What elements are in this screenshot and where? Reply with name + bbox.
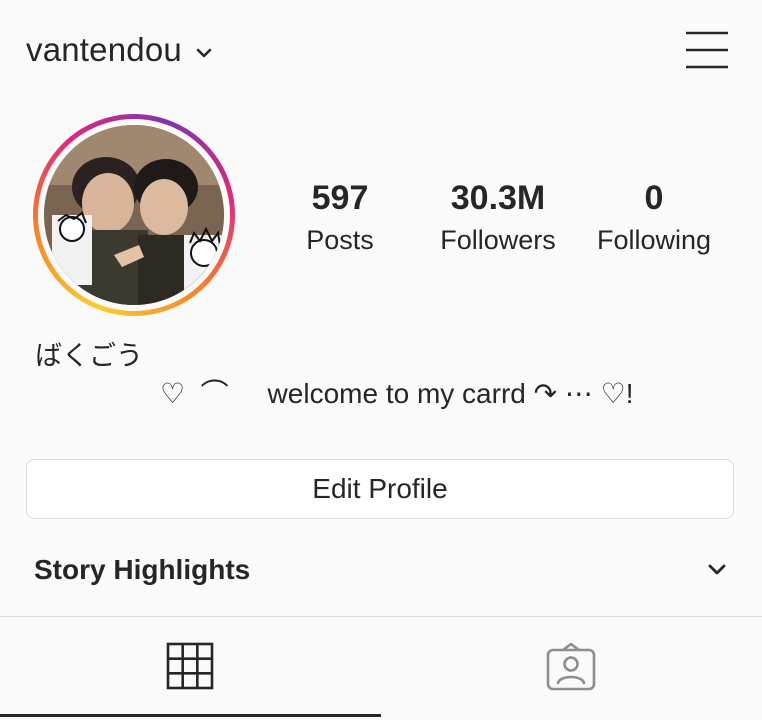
tagged-person-icon [546,642,596,691]
chevron-down-icon [196,45,212,58]
story-highlights-toggle[interactable]: Story Highlights [34,550,730,590]
story-highlights-title: Story Highlights [34,554,251,585]
following-value: 0 [644,179,664,217]
bio-text: ♡ ⌒ welcome to my carrd ↷ ⋯ ♡! [160,378,634,409]
following-label: Following [596,225,712,255]
followers-label: Followers [440,225,556,255]
profile-header: vantendou [0,0,762,100]
story-ring[interactable] [33,114,235,316]
posts-label: Posts [306,225,374,255]
tab-tagged[interactable] [381,617,762,717]
chevron-down-icon [708,563,726,575]
hamburger-menu-icon[interactable] [684,30,730,70]
account-switcher[interactable]: vantendou [26,27,212,73]
active-tab-indicator [0,714,381,717]
following-count[interactable]: 0 Following [585,176,723,260]
avatar[interactable] [44,125,224,305]
grid-icon [166,642,214,690]
posts-count[interactable]: 597 Posts [290,176,390,260]
tab-posts-grid[interactable] [0,617,381,717]
edit-profile-button[interactable]: Edit Profile [26,459,734,519]
username: vantendou [26,31,182,68]
followers-value: 30.3M [450,179,546,217]
posts-value: 597 [311,179,369,217]
display-name: ばくごう [35,341,143,372]
followers-count[interactable]: 30.3M Followers [428,176,568,260]
